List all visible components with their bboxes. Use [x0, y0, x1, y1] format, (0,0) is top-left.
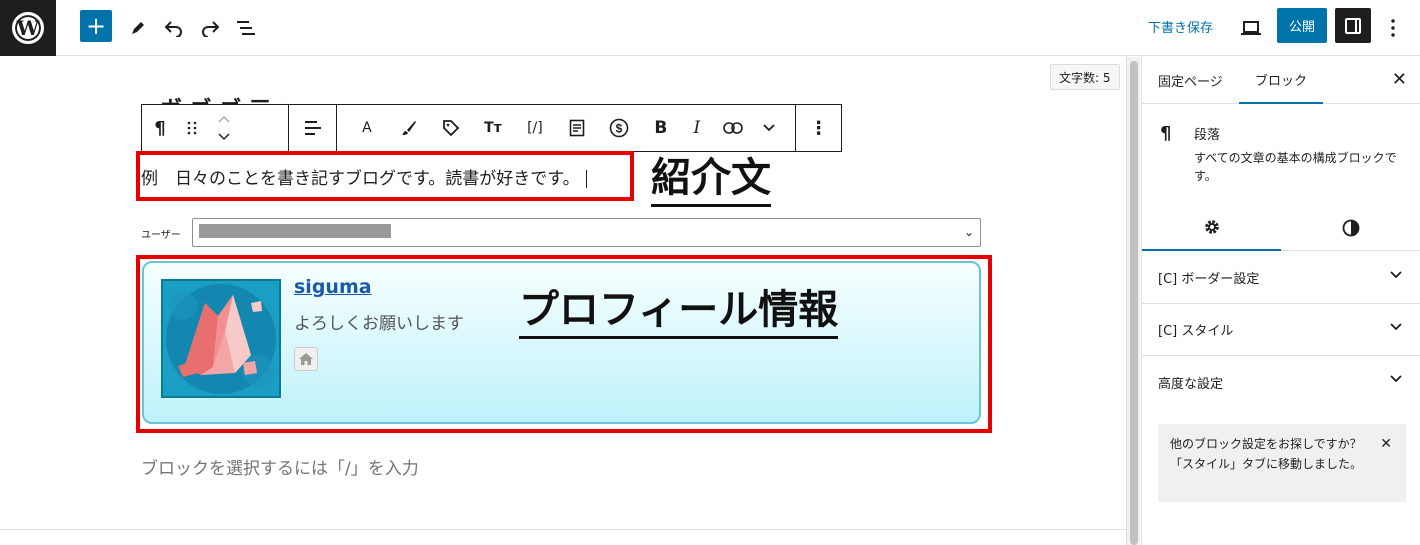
info-notice: 他のブロック設定をお探しですか？「スタイル」タブに移動しました。 ✕: [1158, 424, 1406, 502]
redacted-value: [199, 224, 391, 238]
tab-settings[interactable]: [1142, 205, 1281, 251]
tab-block[interactable]: ブロック: [1239, 57, 1324, 104]
block-card: ¶ 段落 すべての文章の基本の構成ブロックです。: [1142, 105, 1420, 201]
svg-text:$: $: [616, 122, 623, 136]
chevron-down-icon: [1390, 323, 1402, 331]
divider: [0, 529, 1126, 530]
tools-button[interactable]: [120, 10, 156, 46]
block-title: 段落: [1194, 128, 1221, 143]
wordpress-icon: W: [12, 12, 44, 44]
block-inspector-tabs: [1142, 205, 1420, 251]
user-select[interactable]: ⌄: [192, 218, 981, 247]
profile-description: よろしくお願いします: [294, 314, 464, 334]
wordpress-logo[interactable]: W: [0, 0, 56, 56]
text-size-icon[interactable]: Tт: [475, 110, 511, 146]
brush-icon[interactable]: [391, 110, 427, 146]
panel-label: [C] ボーダー設定: [1158, 272, 1260, 287]
profile-annotation-label: プロフィール情報: [519, 284, 839, 339]
intro-text: 例 日々のことを書き記すブログです。読書が好きです。: [141, 169, 580, 189]
format-group: A Tт [/] $ B I: [337, 105, 797, 151]
list-view-icon: [237, 21, 255, 35]
scrollbar-thumb[interactable]: [1130, 61, 1138, 545]
panel-advanced[interactable]: 高度な設定: [1142, 356, 1420, 408]
intro-annotation-label: 紹介文: [651, 154, 771, 207]
block-toolbar: ¶ A Tт [/] $ B I ⋮: [141, 104, 842, 152]
tab-styles[interactable]: [1281, 205, 1420, 251]
drag-handle-icon[interactable]: [178, 110, 206, 146]
close-icon[interactable]: ✕: [1392, 69, 1407, 90]
sidebar-tabs: 固定ページ ブロック ✕: [1142, 57, 1420, 104]
sidebar-icon: [1345, 17, 1361, 34]
more-vertical-icon: [1391, 19, 1395, 37]
canvas-scrollbar[interactable]: [1126, 57, 1140, 545]
italic-icon[interactable]: I: [679, 110, 715, 146]
preview-button[interactable]: [1233, 10, 1269, 46]
document-overview-button[interactable]: [228, 10, 264, 46]
close-icon[interactable]: ✕: [1380, 434, 1392, 454]
align-left-icon[interactable]: [295, 110, 331, 146]
redo-button[interactable]: [192, 10, 228, 46]
more-options-group: ⋮: [796, 105, 841, 151]
styles-icon: [1342, 219, 1359, 237]
tab-page[interactable]: 固定ページ: [1158, 57, 1223, 104]
document-icon[interactable]: [559, 110, 595, 146]
chevron-down-icon: [1390, 271, 1402, 279]
intro-paragraph[interactable]: 例 日々のことを書き記すブログです。読書が好きです。: [141, 164, 587, 189]
shortcode-icon[interactable]: [/]: [517, 110, 553, 146]
panel-border-settings[interactable]: [C] ボーダー設定: [1142, 252, 1420, 304]
settings-toggle-button[interactable]: [1335, 8, 1371, 43]
notice-text: 他のブロック設定をお探しですか？「スタイル」タブに移動しました。: [1170, 437, 1363, 471]
gear-icon: [1204, 220, 1219, 234]
editor-header: W + 下書き保存 公開: [0, 0, 1420, 56]
text-cursor: [585, 170, 587, 188]
block-description: すべての文章の基本の構成ブロックです。: [1194, 151, 1397, 183]
block-appender-placeholder[interactable]: ブロックを選択するには「/」を入力: [141, 454, 419, 479]
settings-sidebar: 固定ページ ブロック ✕ ¶ 段落 すべての文章の基本の構成ブロックです。 [C…: [1141, 57, 1420, 545]
hidden-heading-fragment: ヴ ゴ ゴ 三 ㇲ: [160, 92, 301, 104]
move-up-down-icon[interactable]: [206, 110, 242, 146]
link-icon[interactable]: [715, 110, 751, 146]
add-block-button[interactable]: +: [80, 10, 112, 42]
word-count-badge: 文字数: 5: [1050, 64, 1120, 90]
panel-label: 高度な設定: [1158, 376, 1224, 392]
block-switcher-group: ¶: [142, 105, 290, 151]
tag-icon[interactable]: [433, 110, 469, 146]
save-draft-link[interactable]: 下書き保存: [1148, 17, 1213, 36]
bold-icon[interactable]: B: [643, 110, 679, 146]
font-icon[interactable]: A: [349, 110, 385, 146]
paragraph-icon: ¶: [1160, 123, 1172, 144]
user-select-label: ユーザー: [141, 230, 181, 241]
undo-button[interactable]: [156, 10, 192, 46]
chevron-down-icon: [1390, 375, 1402, 383]
panel-label: [C] スタイル: [1158, 324, 1234, 339]
chevron-down-icon: ⌄: [963, 225, 974, 239]
undo-icon: [164, 21, 182, 37]
pencil-icon: [132, 22, 144, 34]
home-icon[interactable]: [294, 347, 318, 371]
paragraph-icon[interactable]: ¶: [142, 110, 178, 146]
avatar: [161, 279, 281, 398]
more-vertical-icon[interactable]: ⋮: [801, 110, 837, 146]
align-group: [289, 105, 337, 151]
dollar-icon[interactable]: $: [601, 110, 637, 146]
profile-name-link[interactable]: siguma: [294, 276, 372, 298]
chevron-down-icon[interactable]: [751, 110, 787, 146]
redo-icon: [202, 21, 220, 37]
options-button[interactable]: [1376, 10, 1410, 46]
panel-style[interactable]: [C] スタイル: [1142, 304, 1420, 356]
laptop-icon: [1241, 21, 1261, 35]
publish-button[interactable]: 公開: [1277, 8, 1327, 43]
